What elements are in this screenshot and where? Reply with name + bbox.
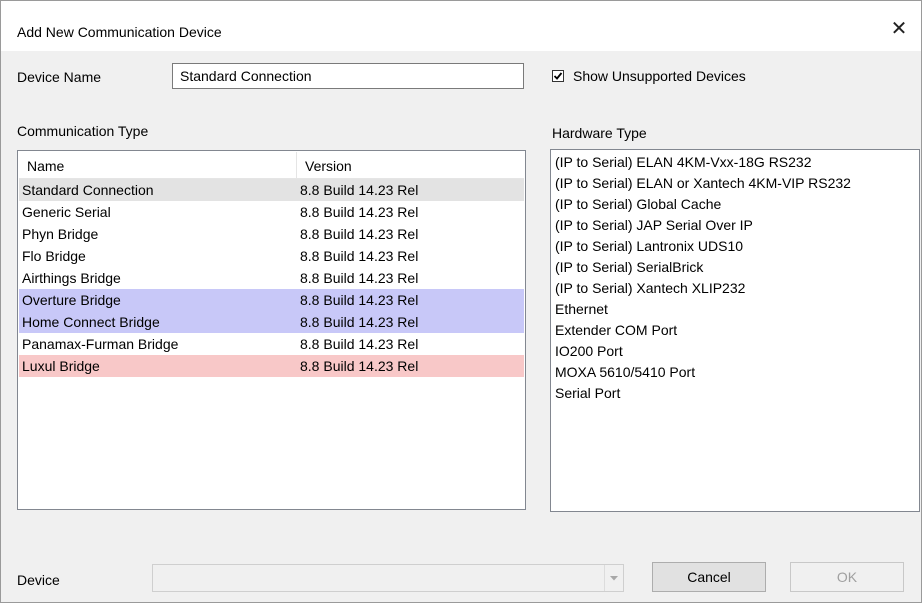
close-button[interactable]: ✕ [877, 11, 921, 47]
dialog-window: Add New Communication Device ✕ Device Na… [0, 0, 922, 603]
row-name: Generic Serial [22, 204, 111, 220]
row-name: Flo Bridge [22, 248, 86, 264]
row-version: 8.8 Build 14.23 Rel [300, 314, 419, 330]
hardware-list-item[interactable]: IO200 Port [551, 341, 919, 362]
list-row[interactable]: Luxul Bridge 8.8 Build 14.23 Rel [19, 355, 524, 377]
communication-type-list[interactable]: Name Version Standard Connection 8.8 Buil… [17, 150, 526, 510]
close-icon[interactable]: ✕ [891, 18, 908, 40]
title-bar[interactable]: Add New Communication Device ✕ [1, 1, 921, 51]
hardware-list-item[interactable]: (IP to Serial) Xantech XLIP232 [551, 278, 919, 299]
hardware-list-item[interactable]: (IP to Serial) JAP Serial Over IP [551, 215, 919, 236]
row-name: Phyn Bridge [22, 226, 99, 242]
row-version: 8.8 Build 14.23 Rel [300, 204, 419, 220]
device-dropdown[interactable] [152, 564, 624, 592]
list-row[interactable]: Overture Bridge 8.8 Build 14.23 Rel [19, 289, 524, 311]
list-header: Name Version [19, 152, 524, 179]
hardware-list-item[interactable]: Serial Port [551, 383, 919, 404]
checkmark-icon [553, 72, 563, 80]
column-header-version[interactable]: Version [297, 152, 525, 178]
hardware-type-label: Hardware Type [552, 125, 647, 141]
dialog-title: Add New Communication Device [17, 24, 222, 40]
show-unsupported-checkbox[interactable] [552, 70, 564, 82]
list-row[interactable]: Phyn Bridge 8.8 Build 14.23 Rel [19, 223, 524, 245]
device-name-input[interactable] [172, 63, 524, 89]
list-row[interactable]: Generic Serial 8.8 Build 14.23 Rel [19, 201, 524, 223]
list-row[interactable]: Flo Bridge 8.8 Build 14.23 Rel [19, 245, 524, 267]
hardware-list-item[interactable]: (IP to Serial) Lantronix UDS10 [551, 236, 919, 257]
row-version: 8.8 Build 14.23 Rel [300, 358, 419, 374]
row-version: 8.8 Build 14.23 Rel [300, 182, 419, 198]
list-rows: Standard Connection 8.8 Build 14.23 Rel Ge… [19, 179, 524, 377]
row-version: 8.8 Build 14.23 Rel [300, 226, 419, 242]
list-row[interactable]: Airthings Bridge 8.8 Build 14.23 Rel [19, 267, 524, 289]
hardware-list-item[interactable]: (IP to Serial) Global Cache [551, 194, 919, 215]
row-name: Panamax-Furman Bridge [22, 336, 179, 352]
list-row[interactable]: Home Connect Bridge 8.8 Build 14.23 Rel [19, 311, 524, 333]
row-version: 8.8 Build 14.23 Rel [300, 270, 419, 286]
row-name: Home Connect Bridge [22, 314, 160, 330]
row-name: Standard Connection [22, 182, 154, 198]
hardware-list-item[interactable]: (IP to Serial) SerialBrick [551, 257, 919, 278]
row-version: 8.8 Build 14.23 Rel [300, 248, 419, 264]
row-name: Overture Bridge [22, 292, 121, 308]
device-name-label: Device Name [17, 69, 102, 85]
chevron-down-icon [610, 576, 618, 581]
list-row[interactable]: Standard Connection 8.8 Build 14.23 Rel [19, 179, 524, 201]
ok-button[interactable]: OK [790, 562, 904, 592]
hardware-list-item[interactable]: (IP to Serial) ELAN or Xantech 4KM-VIP R… [551, 173, 919, 194]
hardware-list-item[interactable]: MOXA 5610/5410 Port [551, 362, 919, 383]
hardware-type-list[interactable]: (IP to Serial) ELAN 4KM-Vxx-18G RS232 (IP… [550, 149, 920, 512]
show-unsupported-label[interactable]: Show Unsupported Devices [573, 68, 746, 84]
cancel-button[interactable]: Cancel [652, 562, 766, 592]
row-version: 8.8 Build 14.23 Rel [300, 292, 419, 308]
hardware-list-item[interactable]: Extender COM Port [551, 320, 919, 341]
list-row[interactable]: Panamax-Furman Bridge 8.8 Build 14.23 Rel [19, 333, 524, 355]
row-version: 8.8 Build 14.23 Rel [300, 336, 419, 352]
row-name: Airthings Bridge [22, 270, 121, 286]
row-name: Luxul Bridge [22, 358, 100, 374]
hardware-list-item[interactable]: Ethernet [551, 299, 919, 320]
hardware-list-item[interactable]: (IP to Serial) ELAN 4KM-Vxx-18G RS232 [551, 152, 919, 173]
column-header-name[interactable]: Name [19, 152, 297, 178]
device-dropdown-button[interactable] [604, 565, 623, 591]
communication-type-label: Communication Type [17, 123, 149, 139]
device-label: Device [17, 572, 60, 588]
